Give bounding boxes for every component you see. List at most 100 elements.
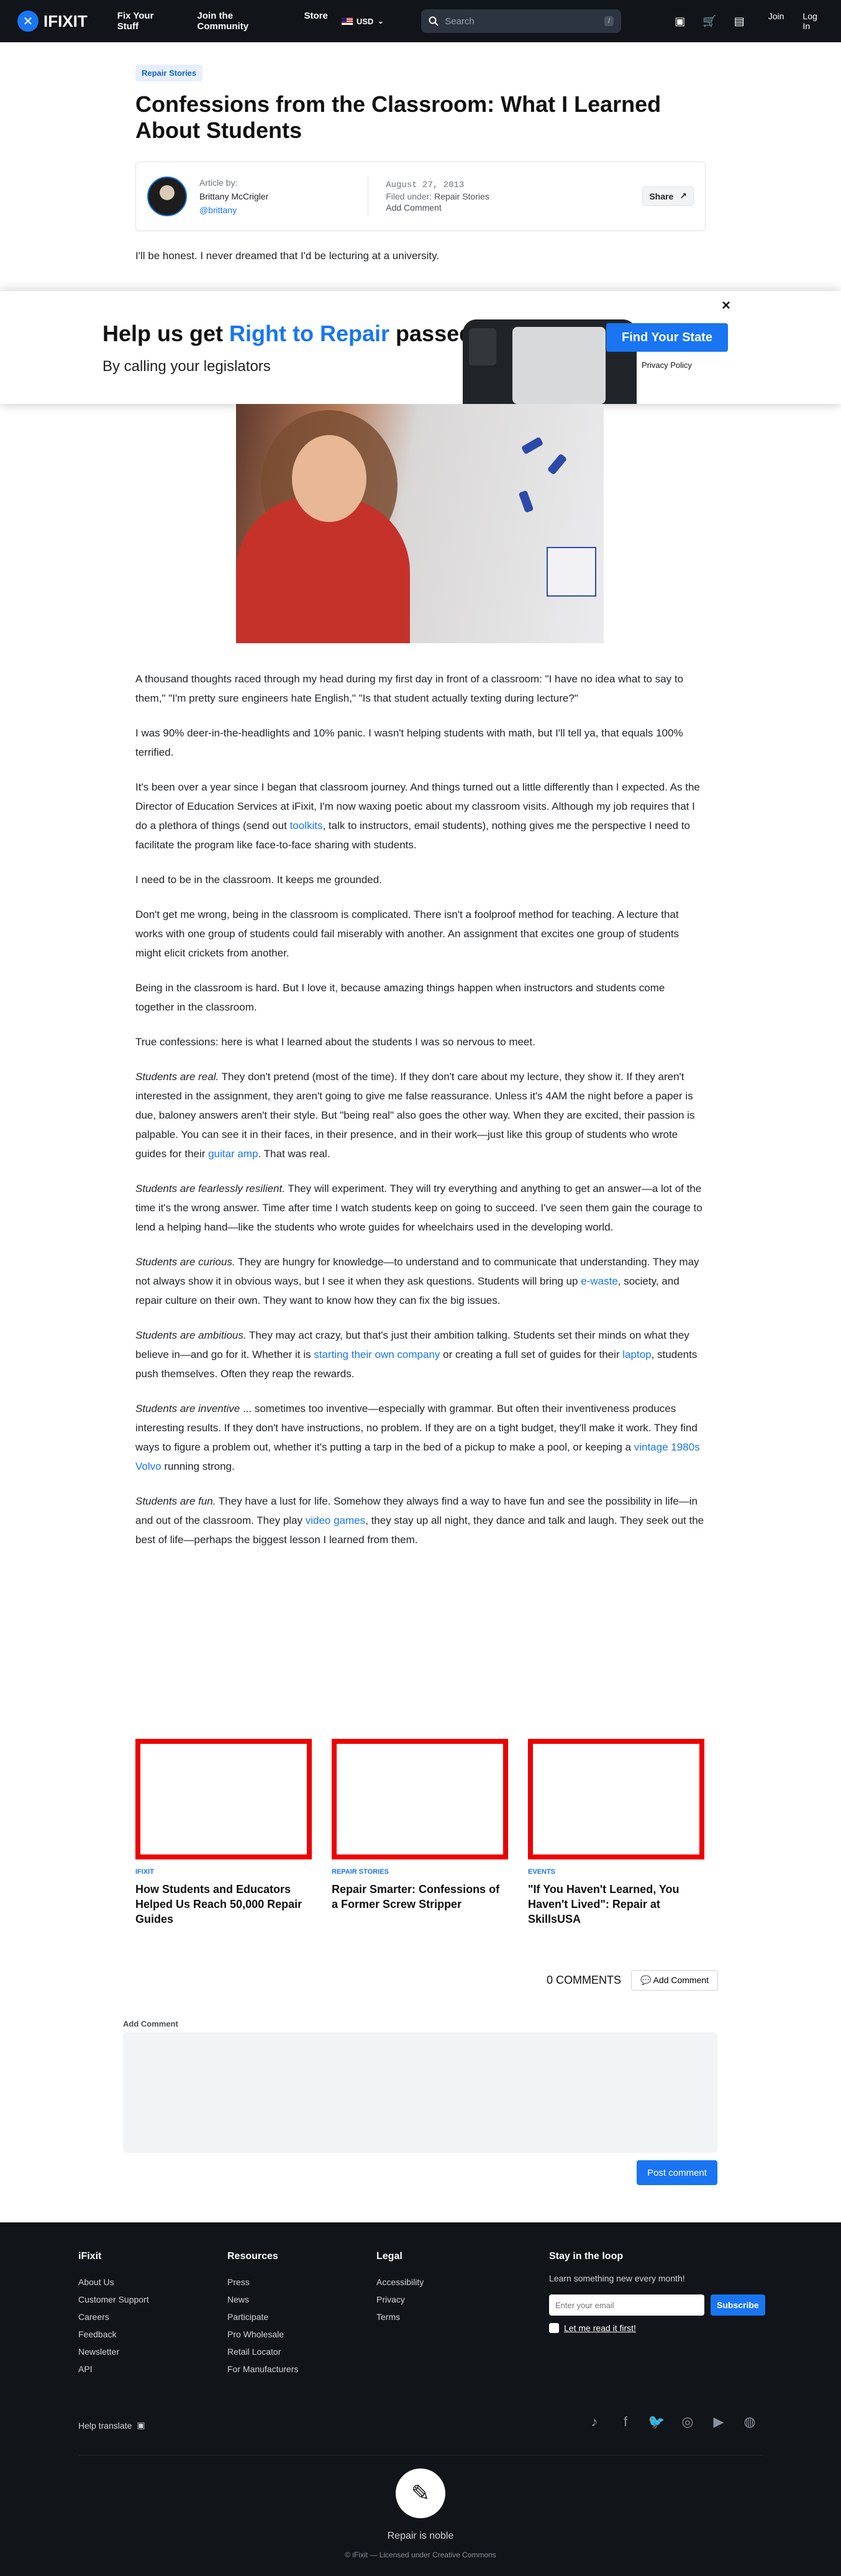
footer-link[interactable]: For Manufacturers [227, 2360, 298, 2378]
instagram-icon[interactable]: ◎ [680, 2414, 696, 2430]
preview-link-row: Let me read it first! [549, 2323, 765, 2333]
related-thumbnail[interactable] [135, 1739, 312, 1859]
find-your-state-button[interactable]: Find Your State [606, 323, 728, 352]
publish-date: August 27, 2013 [386, 180, 465, 190]
related-card[interactable]: EVENTS "If You Haven't Learned, You Have… [528, 1739, 704, 1927]
chevron-down-icon: ⌄ [377, 16, 384, 25]
paragraph: It's been over a year since I began that… [135, 777, 706, 855]
comment-textarea[interactable] [123, 2032, 717, 2153]
author-info: Article by: Brittany McCrigler @brittany [199, 176, 268, 217]
top-nav: ✕ IFIXIT Fix Your Stuff Join the Communi… [0, 0, 841, 42]
tiktok-icon[interactable]: ♪ [586, 2414, 602, 2430]
twitter-icon[interactable]: 🐦 [648, 2414, 665, 2430]
related-title[interactable]: Repair Smarter: Confessions of a Former … [332, 1882, 508, 1912]
footer-link[interactable]: Participate [227, 2308, 298, 2326]
toolkits-link[interactable]: toolkits [290, 820, 323, 832]
article-category-tag[interactable]: Repair Stories [135, 65, 203, 81]
site-footer: iFixit About Us Customer Support Careers… [0, 2222, 841, 2576]
repair-manifesto-icon[interactable]: ✎ [396, 2468, 445, 2518]
related-thumbnail[interactable] [332, 1739, 508, 1859]
login-link[interactable]: Log In [802, 11, 824, 31]
article-body: A thousand thoughts raced through my hea… [135, 669, 706, 1565]
post-comment-button[interactable]: Post comment [637, 2160, 717, 2185]
join-link[interactable]: Join [768, 11, 784, 31]
help-translate[interactable]: Help translate ▣ [78, 2420, 145, 2431]
article-meta: August 27, 2013 Filed under: Repair Stor… [386, 180, 489, 213]
banner-title-post: passed [389, 321, 473, 346]
emphasis: Students are fearlessly resilient. [135, 1183, 285, 1194]
author-handle-link[interactable]: @brittany [199, 205, 237, 215]
email-field[interactable] [549, 2294, 704, 2316]
cart-icon[interactable]: 🛒 [702, 15, 716, 28]
footer-link[interactable]: Press [227, 2273, 298, 2291]
youtube-icon[interactable]: ▶ [711, 2414, 727, 2430]
footer-col-resources: Resources Press News Participate Pro Who… [227, 2251, 298, 2378]
share-button[interactable]: Share ↗ [642, 186, 694, 206]
ifixit-logo-icon: ✕ [17, 11, 39, 32]
brand-name: IFIXIT [43, 11, 88, 30]
emphasis: Students are real. [135, 1071, 219, 1083]
company-link[interactable]: starting their own company [314, 1349, 440, 1360]
intro-paragraph: I'll be honest. I never dreamed that I'd… [135, 249, 440, 262]
footer-motto: Repair is noble [387, 2531, 454, 2541]
related-category[interactable]: EVENTS [528, 1868, 704, 1876]
footer-link[interactable]: About Us [78, 2273, 149, 2291]
text: . That was real. [258, 1148, 330, 1160]
footer-link[interactable]: Accessibility [376, 2273, 424, 2291]
toolbox-icon[interactable]: ▣ [675, 15, 685, 28]
subscribe-button[interactable]: Subscribe [711, 2294, 765, 2316]
footer-link[interactable]: Newsletter [78, 2343, 149, 2360]
newsletter-text: Learn something new every month! [549, 2273, 685, 2283]
paragraph: True confessions: here is what I learned… [135, 1036, 535, 1048]
footer-link[interactable]: Retail Locator [227, 2343, 298, 2360]
close-icon[interactable]: × [722, 297, 730, 314]
e-waste-link[interactable]: e-waste [581, 1275, 618, 1287]
related-title[interactable]: "If You Haven't Learned, You Haven't Liv… [528, 1882, 704, 1927]
related-title[interactable]: How Students and Educators Helped Us Rea… [135, 1882, 312, 1927]
nav-join-community[interactable]: Join the Community [198, 11, 280, 32]
footer-col-ifixit: iFixit About Us Customer Support Careers… [78, 2251, 149, 2378]
newsletter-form: Subscribe [549, 2294, 765, 2316]
article-header: Repair Stories Confessions from the Clas… [135, 65, 706, 265]
guitar-amp-link[interactable]: guitar amp [208, 1148, 258, 1160]
facebook-icon[interactable]: f [617, 2414, 634, 2430]
footer-link[interactable]: Terms [376, 2308, 424, 2326]
add-comment-link[interactable]: Add Comment [386, 203, 441, 213]
footer-link[interactable]: API [78, 2360, 149, 2378]
add-comment-button[interactable]: 💬 Add Comment [631, 1970, 719, 1991]
social-links: ♪ f 🐦 ◎ ▶ ◍ [586, 2414, 758, 2430]
mastodon-icon[interactable]: ◍ [742, 2414, 758, 2430]
search-bar: / [421, 9, 622, 33]
footer-link[interactable]: Feedback [78, 2326, 149, 2343]
language-icon[interactable]: ▤ [734, 15, 745, 28]
ifixit-logo[interactable]: ✕ IFIXIT [17, 11, 88, 32]
related-thumbnail[interactable] [528, 1739, 704, 1859]
privacy-policy-link[interactable]: Privacy Policy [642, 360, 692, 370]
paragraph: A thousand thoughts raced through my hea… [135, 673, 684, 704]
related-category[interactable]: IFIXIT [135, 1868, 312, 1876]
footer-heading: iFixit [78, 2251, 102, 2262]
footer-link[interactable]: News [227, 2291, 298, 2308]
preview-checkbox[interactable] [549, 2323, 559, 2333]
related-card[interactable]: REPAIR STORIES Repair Smarter: Confessio… [332, 1739, 508, 1927]
search-input[interactable] [445, 16, 599, 27]
currency-selector[interactable]: USD ⌄ [341, 16, 384, 26]
footer-link[interactable]: Privacy [376, 2291, 424, 2308]
footer-link[interactable]: Customer Support [78, 2291, 149, 2308]
nav-fix-your-stuff[interactable]: Fix Your Stuff [117, 11, 173, 32]
banner-title-highlight: Right to Repair [229, 321, 390, 346]
footer-link[interactable]: Pro Wholesale [227, 2326, 298, 2343]
nav-store[interactable]: Store [304, 11, 328, 32]
hero-tool [518, 490, 534, 513]
paragraph: I was 90% deer-in-the-headlights and 10%… [135, 727, 683, 758]
video-games-link[interactable]: video games [306, 1515, 365, 1526]
emphasis: Students are ambitious. [135, 1329, 247, 1341]
footer-link[interactable]: Careers [78, 2308, 149, 2326]
read-first-link[interactable]: Let me read it first! [564, 2323, 636, 2333]
related-card[interactable]: IFIXIT How Students and Educators Helped… [135, 1739, 312, 1927]
laptop-link[interactable]: laptop [622, 1349, 651, 1360]
filed-category-link[interactable]: Repair Stories [434, 191, 489, 201]
footer-col-legal: Legal Accessibility Privacy Terms [376, 2251, 424, 2326]
avatar[interactable] [147, 176, 187, 216]
related-category[interactable]: REPAIR STORIES [332, 1868, 508, 1876]
